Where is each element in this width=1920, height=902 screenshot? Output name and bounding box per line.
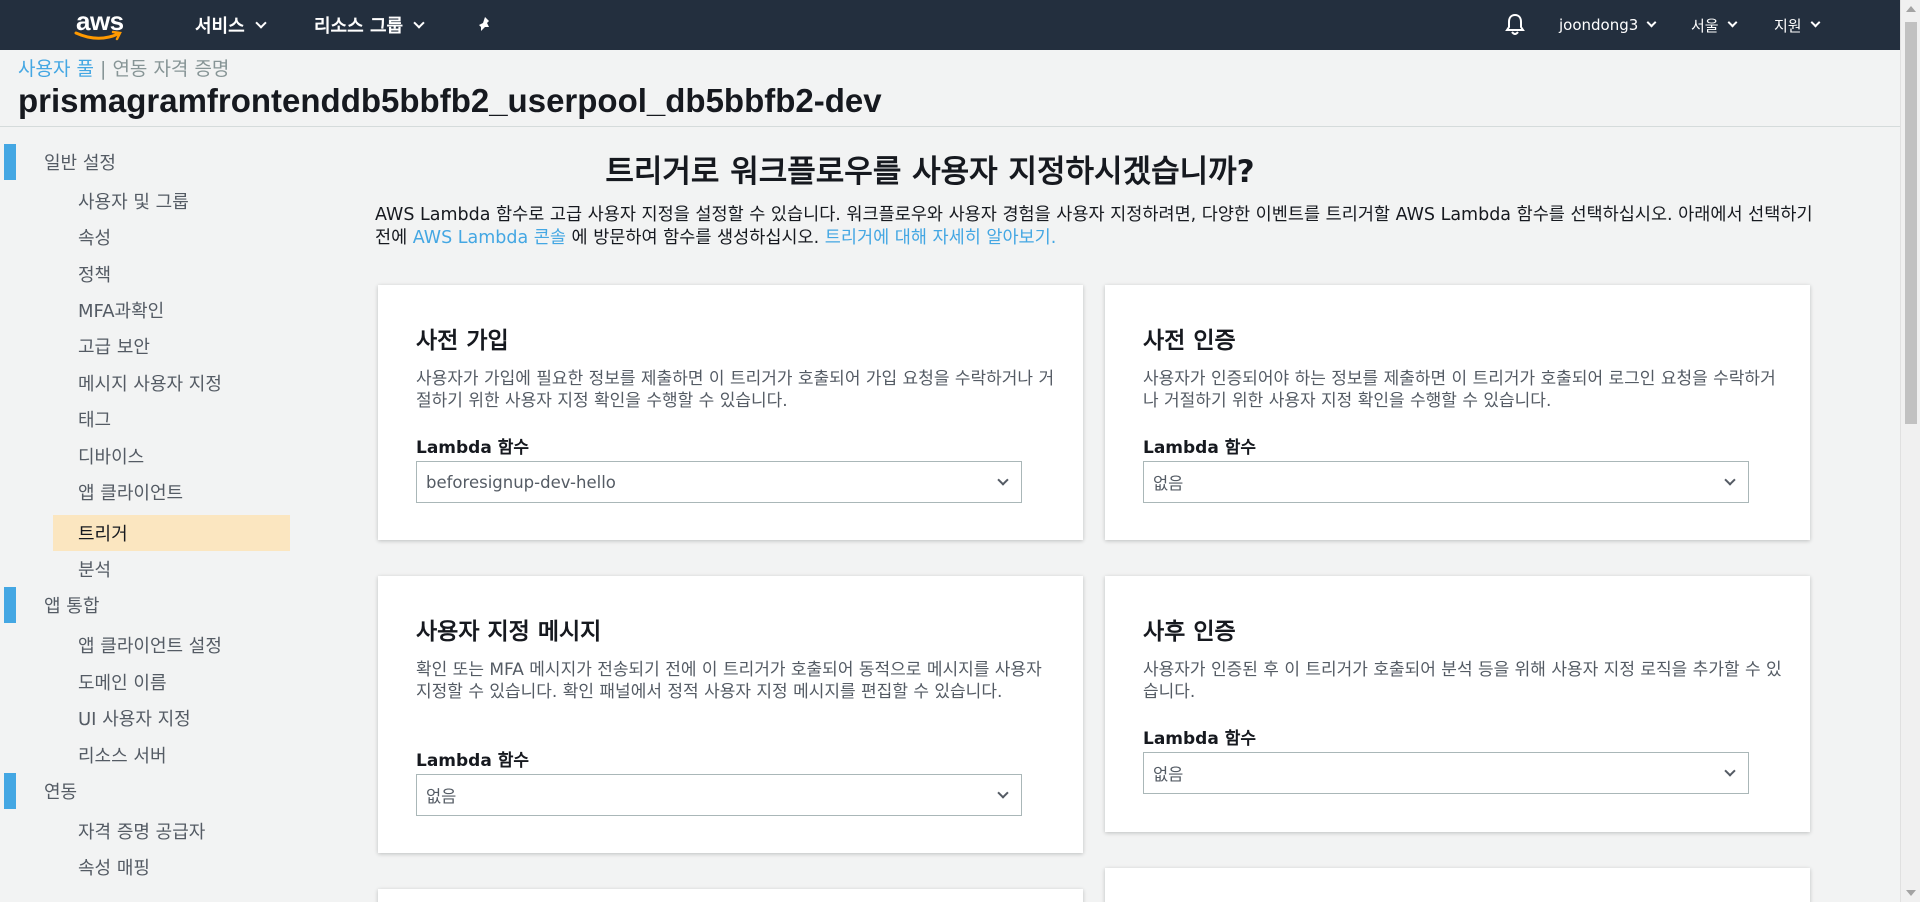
sidebar-section-federation[interactable]: 연동 xyxy=(0,773,300,809)
sidebar-item-message-customizations[interactable]: 메시지 사용자 지정 xyxy=(53,365,290,401)
card-title: 사후 인증 xyxy=(1143,619,1236,645)
chevron-down-icon xyxy=(1727,17,1738,28)
support-label: 지원 xyxy=(1774,16,1802,35)
sidebar-item-policies[interactable]: 정책 xyxy=(53,256,290,292)
page-scrollbar[interactable] xyxy=(1900,0,1920,902)
section-marker xyxy=(4,144,16,180)
lambda-console-link[interactable]: AWS Lambda 콘솔 xyxy=(413,228,566,248)
sidebar-item-domain-name[interactable]: 도메인 이름 xyxy=(53,664,290,700)
select-value: 없음 xyxy=(1153,765,1184,784)
sidebar-section-label: 앱 통합 xyxy=(44,596,100,617)
sidebar-section-app-integration[interactable]: 앱 통합 xyxy=(0,587,300,623)
card-description: 확인 또는 MFA 메시지가 전송되기 전에 이 트리거가 호출되어 동적으로 … xyxy=(416,660,1042,702)
sidebar-item-identity-providers[interactable]: 자격 증명 공급자 xyxy=(53,813,290,849)
chevron-down-icon xyxy=(1724,765,1736,777)
breadcrumb-federated-identities[interactable]: 연동 자격 증명 xyxy=(112,58,229,80)
chevron-down-icon xyxy=(1646,17,1657,28)
select-value: beforesignup-dev-hello xyxy=(426,472,616,492)
pin-button[interactable] xyxy=(476,0,494,50)
intro-text-2: 에 방문하여 함수를 생성하십시오. xyxy=(565,228,825,248)
scroll-down-arrow-icon[interactable] xyxy=(1906,890,1916,896)
sidebar-item-resource-servers[interactable]: 리소스 서버 xyxy=(53,737,290,773)
lambda-function-label: Lambda 함수 xyxy=(1143,438,1257,458)
chevron-down-icon xyxy=(997,787,1009,799)
resource-groups-label: 리소스 그룹 xyxy=(314,16,404,37)
region-label: 서울 xyxy=(1691,16,1719,35)
trigger-card-pre-signup: 사전 가입 사용자가 가입에 필요한 정보를 제출하면 이 트리거가 호출되어 … xyxy=(378,285,1083,540)
triggers-heading: 트리거로 워크플로우를 사용자 지정하시겠습니까? xyxy=(605,154,1255,190)
select-value: 없음 xyxy=(1153,474,1184,493)
sidebar: 일반 설정 사용자 및 그룹 속성 정책 MFA과확인 고급 보안 메시지 사용… xyxy=(0,127,300,902)
breadcrumb-separator: | xyxy=(93,58,113,80)
sidebar-section-general-settings[interactable]: 일반 설정 xyxy=(0,144,300,180)
card-description: 사용자가 인증된 후 이 트리거가 호출되어 분석 등을 위해 사용자 지정 로… xyxy=(1143,660,1782,702)
card-description: 사용자가 인증되어야 하는 정보를 제출하면 이 트리거가 호출되어 로그인 요… xyxy=(1143,369,1776,411)
sidebar-item-analytics[interactable]: 분석 xyxy=(53,551,290,587)
sidebar-item-tags[interactable]: 태그 xyxy=(53,401,290,437)
learn-more-link[interactable]: 트리거에 대해 자세히 알아보기. xyxy=(825,228,1057,248)
lambda-function-select[interactable]: beforesignup-dev-hello xyxy=(416,461,1022,503)
scrollbar-thumb[interactable] xyxy=(1905,22,1917,424)
lambda-function-label: Lambda 함수 xyxy=(416,438,530,458)
scroll-up-arrow-icon[interactable] xyxy=(1906,6,1916,12)
support-menu[interactable]: 지원 xyxy=(1774,0,1821,50)
page-title: prismagramfrontenddb5bbfb2_userpool_db5b… xyxy=(18,82,882,119)
sidebar-item-advanced-security[interactable]: 고급 보안 xyxy=(53,328,290,364)
lambda-function-select[interactable]: 없음 xyxy=(1143,461,1749,503)
trigger-card-pre-authentication: 사전 인증 사용자가 인증되어야 하는 정보를 제출하면 이 트리거가 호출되어… xyxy=(1105,285,1810,540)
user-menu[interactable]: joondong3 xyxy=(1559,0,1657,50)
chevron-down-icon xyxy=(413,16,425,29)
notifications-button[interactable] xyxy=(1504,0,1526,50)
lambda-function-label: Lambda 함수 xyxy=(1143,729,1257,749)
services-menu[interactable]: 서비스 xyxy=(195,0,267,50)
lambda-function-select[interactable]: 없음 xyxy=(1143,752,1749,794)
breadcrumb: 사용자 풀 | 연동 자격 증명 xyxy=(18,54,229,81)
services-label: 서비스 xyxy=(195,16,245,37)
sidebar-item-mfa-verification[interactable]: MFA과확인 xyxy=(53,292,290,328)
trigger-card-custom-message: 사용자 지정 메시지 확인 또는 MFA 메시지가 전송되기 전에 이 트리거가… xyxy=(378,576,1083,853)
card-title: 사전 가입 xyxy=(416,328,509,354)
sidebar-section-label: 연동 xyxy=(44,782,78,803)
card-title: 사용자 지정 메시지 xyxy=(416,619,602,645)
card-title: 사전 인증 xyxy=(1143,328,1236,354)
breadcrumb-user-pools-link[interactable]: 사용자 풀 xyxy=(18,58,94,80)
bell-icon xyxy=(1505,13,1525,35)
trigger-card-post-authentication: 사후 인증 사용자가 인증된 후 이 트리거가 호출되어 분석 등을 위해 사용… xyxy=(1105,576,1810,832)
chevron-down-icon xyxy=(1724,474,1736,486)
aws-smile-icon xyxy=(74,30,122,41)
resource-groups-menu[interactable]: 리소스 그룹 xyxy=(314,0,425,50)
trigger-card-next-right xyxy=(1105,868,1810,902)
select-value: 없음 xyxy=(426,787,457,806)
top-navigation-bar: aws 서비스 리소스 그룹 joondong3 서울 지원 xyxy=(0,0,1900,50)
pin-icon xyxy=(479,17,489,31)
aws-logo[interactable]: aws xyxy=(74,8,130,42)
sidebar-item-attributes[interactable]: 속성 xyxy=(53,219,290,255)
sidebar-item-attribute-mapping[interactable]: 속성 매핑 xyxy=(53,849,290,885)
trigger-card-next-left xyxy=(378,889,1083,902)
sidebar-item-app-client-settings[interactable]: 앱 클라이언트 설정 xyxy=(53,627,290,663)
sidebar-item-ui-customization[interactable]: UI 사용자 지정 xyxy=(53,700,290,736)
triggers-intro: AWS Lambda 함수로 고급 사용자 지정을 설정할 수 있습니다. 워크… xyxy=(375,204,1825,250)
sidebar-item-users-and-groups[interactable]: 사용자 및 그룹 xyxy=(53,183,290,219)
sidebar-item-triggers[interactable]: 트리거 xyxy=(53,515,290,551)
chevron-down-icon xyxy=(255,16,267,29)
card-description: 사용자가 가입에 필요한 정보를 제출하면 이 트리거가 호출되어 가입 요청을… xyxy=(416,369,1055,411)
region-menu[interactable]: 서울 xyxy=(1691,0,1738,50)
lambda-function-select[interactable]: 없음 xyxy=(416,774,1022,816)
sidebar-item-app-clients[interactable]: 앱 클라이언트 xyxy=(53,474,290,510)
section-marker xyxy=(4,773,16,809)
sidebar-section-label: 일반 설정 xyxy=(44,153,116,174)
sidebar-item-devices[interactable]: 디바이스 xyxy=(53,438,290,474)
chevron-down-icon xyxy=(997,474,1009,486)
lambda-function-label: Lambda 함수 xyxy=(416,751,530,771)
user-name: joondong3 xyxy=(1559,16,1639,34)
section-marker xyxy=(4,587,16,623)
chevron-down-icon xyxy=(1810,17,1821,28)
